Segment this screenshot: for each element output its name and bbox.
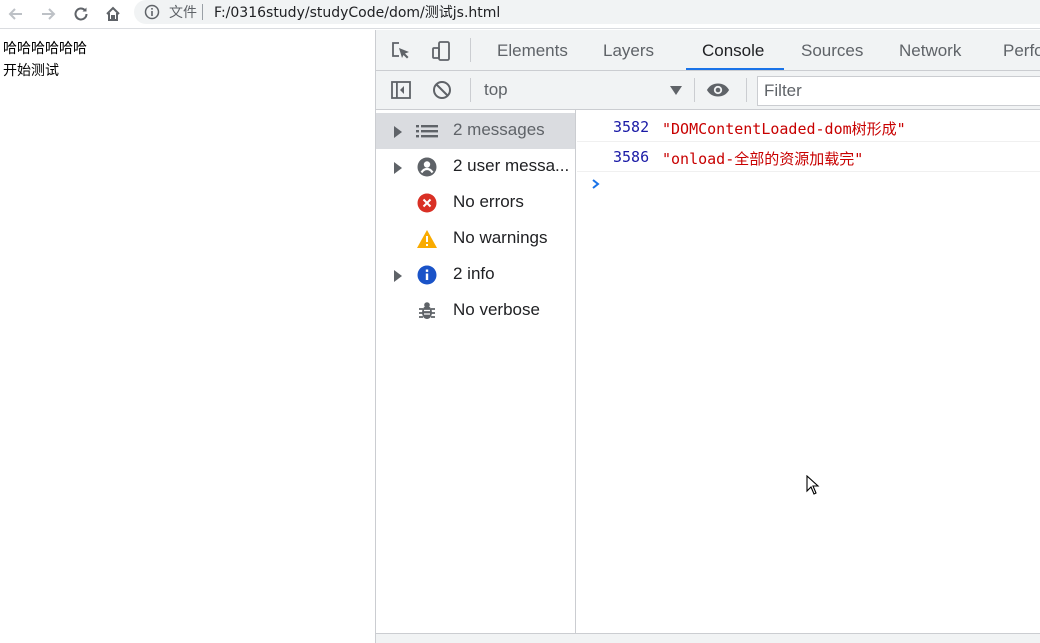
tab-network[interactable]: Network	[899, 30, 961, 70]
sidebar-item-user-messages[interactable]: 2 user messa...	[376, 149, 575, 185]
sidebar-item-label: 2 user messa...	[453, 156, 570, 175]
expand-caret-icon[interactable]	[394, 162, 402, 174]
devtools-bottom-bar	[376, 633, 1040, 643]
forward-arrow-icon	[42, 8, 56, 20]
console-prompt-icon[interactable]	[589, 176, 603, 190]
back-arrow-icon	[8, 8, 22, 20]
devtools-panel: Elements Layers Console Sources Network …	[375, 30, 1040, 643]
devtools-tabbar: Elements Layers Console Sources Network …	[376, 30, 1040, 71]
omnibox-label: 文件	[169, 5, 197, 21]
forward-button[interactable]	[36, 2, 60, 26]
sidebar-toggle-icon	[391, 81, 411, 99]
context-value: top	[484, 80, 508, 99]
sidebar-item-info[interactable]: 2 info	[376, 257, 575, 293]
inspect-element-button[interactable]	[389, 39, 413, 63]
console-message[interactable]: 3586 "onload-全部的资源加载完"	[577, 142, 1040, 172]
sidebar-item-label: 2 info	[453, 264, 495, 283]
list-icon	[416, 121, 438, 141]
context-selector[interactable]: top	[480, 77, 686, 104]
site-info-icon[interactable]	[144, 4, 160, 20]
tabbar-divider	[470, 38, 471, 62]
sidebar-item-messages[interactable]: 2 messages	[376, 113, 575, 149]
sidebar-item-warnings[interactable]: No warnings	[376, 221, 575, 257]
tab-sources[interactable]: Sources	[801, 30, 863, 70]
sidebar-item-verbose[interactable]: No verbose	[376, 293, 575, 329]
sidebar-item-errors[interactable]: No errors	[376, 185, 575, 221]
user-icon	[416, 157, 438, 177]
warning-icon	[416, 229, 438, 249]
filter-input[interactable]	[758, 77, 1040, 105]
device-icon	[432, 41, 450, 61]
expand-caret-icon[interactable]	[394, 126, 402, 138]
message-string: "onload-全部的资源加载完"	[662, 150, 864, 168]
message-number: 3582	[613, 118, 650, 136]
browser-toolbar: 文件 F:/0316study/studyCode/dom/测试js.html	[0, 0, 1040, 29]
page-content: 哈哈哈哈哈哈 开始测试	[0, 30, 375, 643]
console-sidebar: 2 messages 2 user messa... No errors No …	[376, 110, 576, 643]
sidebar-toggle-button[interactable]	[389, 78, 413, 102]
sidebar-item-label: 2 messages	[453, 120, 545, 139]
url-text[interactable]: F:/0316study/studyCode/dom/测试js.html	[214, 2, 500, 22]
tab-console[interactable]: Console	[702, 30, 764, 70]
mouse-cursor-icon	[806, 474, 820, 495]
live-expression-button[interactable]	[706, 78, 730, 102]
back-button[interactable]	[4, 2, 28, 26]
clear-icon	[433, 81, 451, 99]
dropdown-arrow-icon	[670, 86, 682, 95]
eye-icon	[706, 83, 730, 97]
omnibox-divider	[202, 4, 203, 20]
sidebar-item-label: No verbose	[453, 300, 540, 319]
home-button[interactable]	[101, 2, 125, 26]
filter-field[interactable]	[757, 76, 1040, 106]
bug-icon	[416, 301, 438, 321]
reload-button[interactable]	[69, 2, 93, 26]
console-message[interactable]: 3582 "DOMContentLoaded-dom树形成"	[577, 112, 1040, 142]
message-string: "DOMContentLoaded-dom树形成"	[662, 120, 906, 138]
toolbar-divider	[746, 78, 747, 102]
sidebar-item-label: No errors	[453, 192, 524, 211]
expand-caret-icon[interactable]	[394, 270, 402, 282]
page-text-line: 哈哈哈哈哈哈	[3, 41, 87, 57]
inspect-icon	[392, 42, 409, 59]
page-text-line: 开始测试	[3, 63, 59, 79]
sidebar-item-label: No warnings	[453, 228, 548, 247]
clear-console-button[interactable]	[430, 78, 454, 102]
home-icon	[106, 6, 120, 21]
reload-icon	[74, 7, 88, 21]
console-toolbar: top	[376, 71, 1040, 110]
omnibox[interactable]: 文件 F:/0316study/studyCode/dom/测试js.html	[134, 0, 1040, 24]
toolbar-divider	[470, 78, 471, 102]
active-tab-indicator	[686, 68, 784, 70]
tab-performance[interactable]: Perfo	[1003, 30, 1040, 70]
tab-elements[interactable]: Elements	[497, 30, 568, 70]
device-toolbar-button[interactable]	[429, 39, 453, 63]
toolbar-divider	[694, 78, 695, 102]
message-number: 3586	[613, 148, 650, 166]
error-icon	[416, 193, 438, 213]
console-messages: 3582 "DOMContentLoaded-dom树形成" 3586 "onl…	[577, 110, 1040, 633]
info-icon	[416, 265, 438, 285]
tab-layers[interactable]: Layers	[603, 30, 654, 70]
